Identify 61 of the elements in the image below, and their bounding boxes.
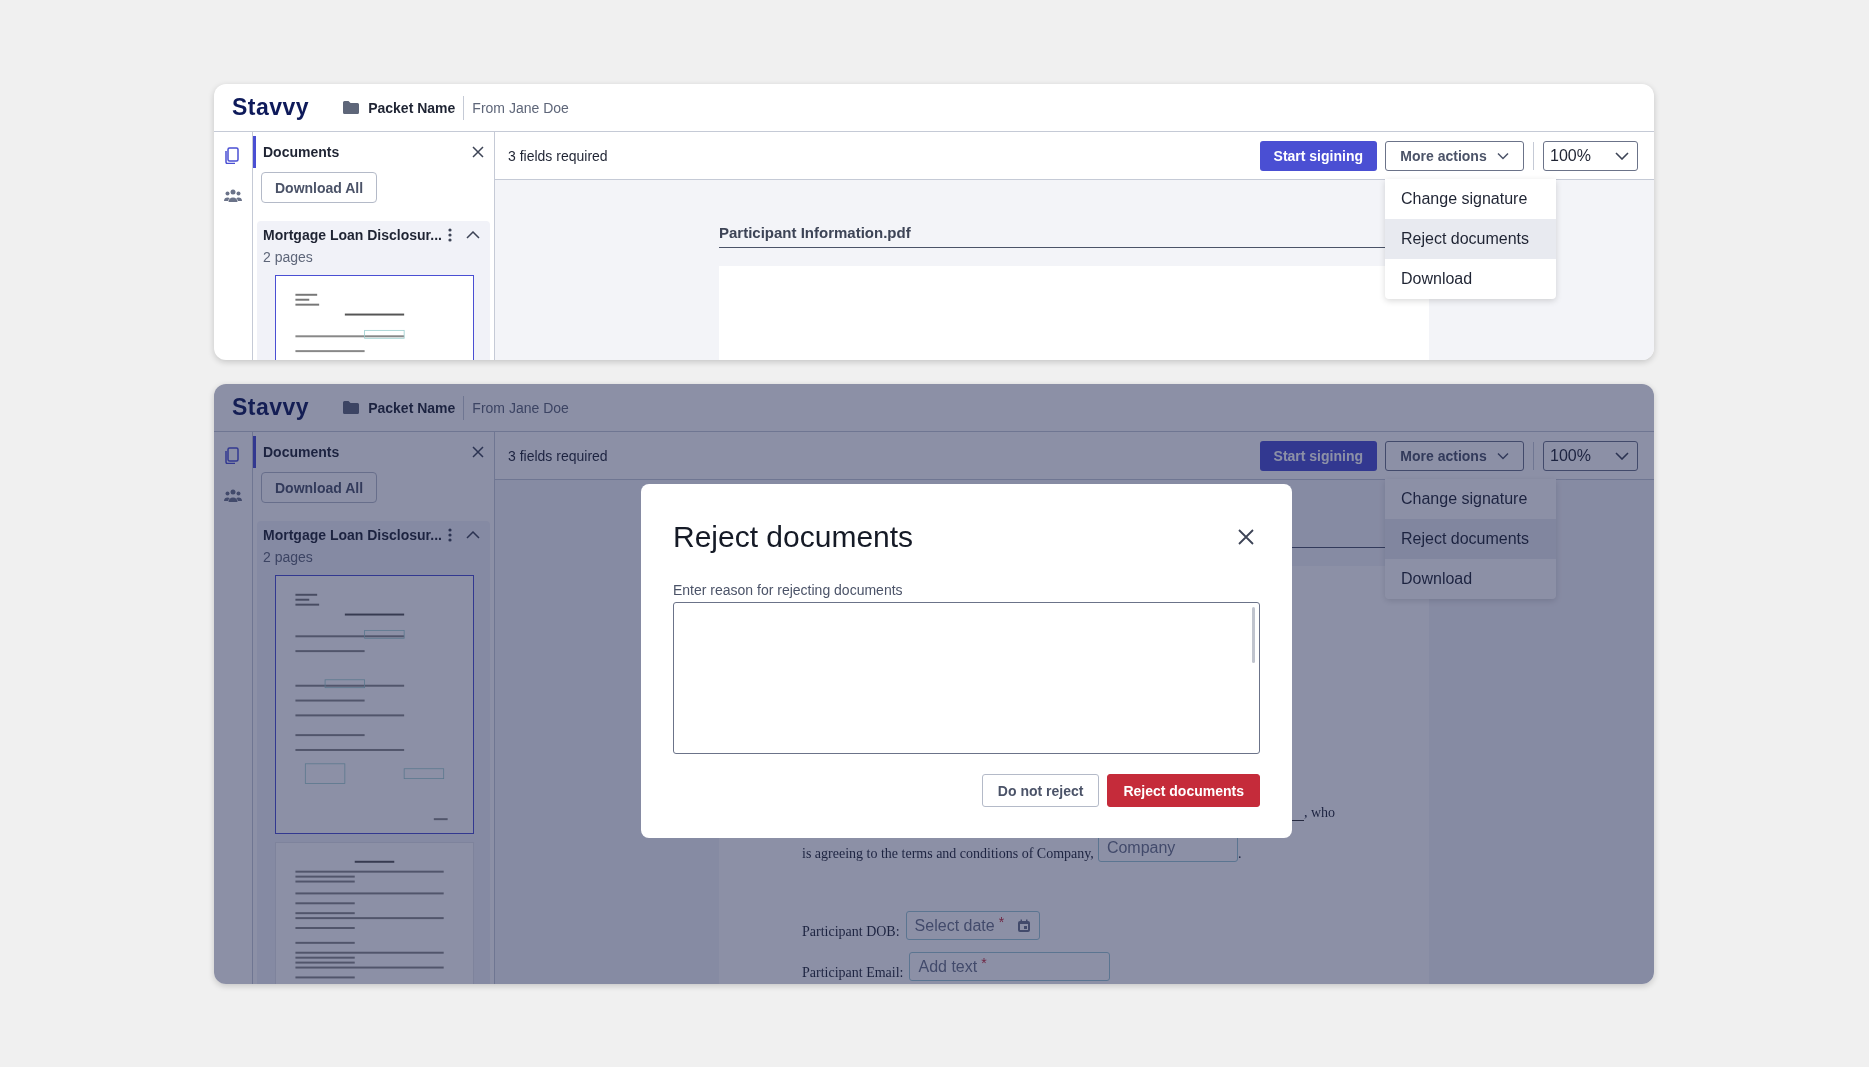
field-label: Enter reason for rejecting documents [673, 582, 904, 598]
packet-name: Packet Name [368, 399, 456, 416]
packet-name: Packet Name [368, 99, 456, 116]
menu-item[interactable]: Change signature [1385, 178, 1556, 219]
close-icon[interactable] [1238, 529, 1254, 545]
page-count: 2 pages [263, 249, 314, 265]
menu-item[interactable]: Reject documents [1385, 218, 1556, 259]
document-name: Mortgage Loan Disclosur... [263, 527, 442, 543]
logo: Stavvy [232, 394, 310, 421]
kebab-icon[interactable] [448, 528, 452, 542]
page-count: 2 pages [263, 549, 314, 565]
more-actions-button[interactable]: More actions [1385, 140, 1524, 171]
panel-title: Documents [263, 144, 340, 160]
menu-item[interactable]: Download [1385, 558, 1556, 599]
document-card[interactable]: Mortgage Loan Disclosur... 2 pages [257, 521, 490, 984]
sender-text: From Jane Doe [472, 99, 569, 116]
close-icon[interactable] [472, 446, 484, 458]
zoom-select[interactable]: 100% [1543, 440, 1638, 471]
document-card[interactable]: Mortgage Loan Disclosur... 2 pages [257, 221, 490, 360]
caret-icon [1615, 151, 1629, 160]
document-text: . [1237, 846, 1242, 862]
folder-icon [343, 401, 360, 414]
download-all-button[interactable]: Download All [261, 472, 378, 503]
document-text: is agreeing to the terms and conditions of Company, [802, 846, 1094, 862]
field-label: Participant DOB: [802, 924, 900, 940]
logo: Stavvy [232, 94, 310, 121]
input-field[interactable]: Add text * [909, 952, 1111, 981]
download-all-button[interactable]: Download All [261, 172, 378, 203]
scrollbar[interactable] [1252, 607, 1255, 663]
calendar-icon [1016, 918, 1031, 933]
caret-icon [1615, 451, 1629, 460]
start-signing-button[interactable]: Start sigining [1259, 440, 1377, 471]
required-mark: * [981, 955, 987, 971]
chevron-icon[interactable] [466, 231, 480, 239]
dialog-title: Reject documents [673, 520, 914, 554]
caret-icon [1496, 151, 1509, 160]
panel-title: Documents [263, 444, 340, 460]
zoom-select[interactable]: 100% [1543, 140, 1638, 171]
chevron-icon[interactable] [466, 531, 480, 539]
menu-item[interactable]: Download [1385, 258, 1556, 299]
cancel-button[interactable]: Do not reject [981, 774, 1100, 807]
folder-icon [343, 101, 360, 114]
start-signing-button[interactable]: Start sigining [1259, 140, 1377, 171]
menu-item[interactable]: Reject documents [1385, 518, 1556, 559]
reason-field[interactable] [673, 602, 1260, 754]
more-actions-button[interactable]: More actions [1385, 440, 1524, 471]
field-label: Participant Email: [802, 965, 904, 981]
kebab-icon[interactable] [448, 228, 452, 242]
sender-text: From Jane Doe [472, 399, 569, 416]
document-title: Participant Information.pdf [719, 224, 911, 241]
close-icon[interactable] [472, 146, 484, 158]
menu-item[interactable]: Change signature [1385, 478, 1556, 519]
input-field[interactable]: Select date * [905, 911, 1040, 940]
document-text: , who [1303, 805, 1335, 821]
status-text: 3 fields required [508, 447, 609, 464]
status-text: 3 fields required [508, 147, 609, 164]
page-thumbnail[interactable] [275, 575, 474, 834]
caret-icon [1496, 451, 1509, 460]
required-mark: * [998, 914, 1005, 930]
document-name: Mortgage Loan Disclosur... [263, 227, 442, 243]
reject-button[interactable]: Reject documents [1107, 774, 1260, 807]
